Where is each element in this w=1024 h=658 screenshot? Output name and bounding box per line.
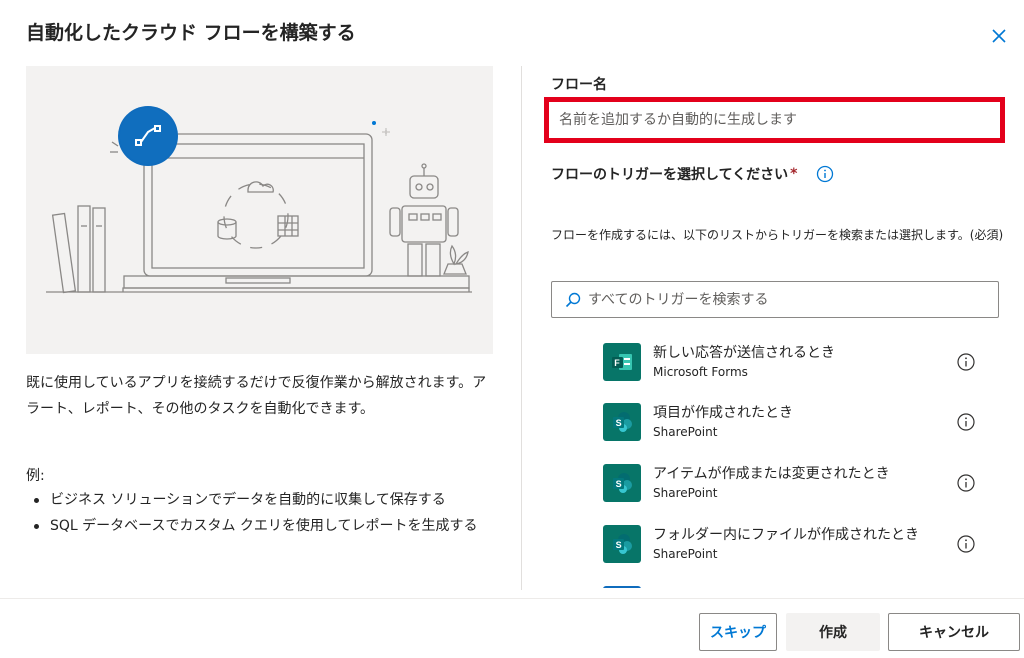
trigger-title: アイテムが作成または変更されたとき [653,466,890,482]
svg-text:S: S [616,540,622,550]
footer-divider [0,598,1024,599]
search-icon [565,292,581,307]
required-marker: * [790,166,798,182]
trigger-list: F 新しい応答が送信されるとき Microsoft Forms S 項目が作成さ… [603,336,983,588]
info-icon[interactable] [816,165,834,183]
trigger-label: フローのトリガーを選択してください * [551,164,834,184]
svg-text:F: F [614,358,620,368]
trigger-search-box[interactable] [551,281,999,318]
trigger-item-sharepoint-item-modified[interactable]: S アイテムが作成または変更されたとき SharePoint [603,457,983,509]
flow-name-highlight [544,97,1005,143]
close-icon[interactable] [991,28,1007,44]
svg-text:S: S [616,418,622,428]
examples-label: 例: [26,468,45,484]
forms-icon: F [603,343,641,381]
trigger-title: 新しい応答が送信されるとき [653,345,835,361]
info-icon[interactable] [956,412,976,432]
sharepoint-icon [603,586,641,588]
skip-button[interactable]: スキップ [699,613,777,651]
info-icon[interactable] [956,473,976,493]
dialog-title: 自動化したクラウド フローを構築する [26,22,356,44]
sharepoint-icon: S [603,403,641,441]
svg-text:S: S [616,479,622,489]
laptop-illustration [46,106,472,294]
info-icon[interactable] [956,534,976,554]
trigger-app: Microsoft Forms [653,365,748,379]
sharepoint-icon: S [603,525,641,563]
vertical-divider [521,66,522,590]
info-icon[interactable] [956,352,976,372]
trigger-help-text: フローを作成するには、以下のリストからトリガーを検索または選択します。(必須) [551,228,1004,242]
trigger-title: 項目が作成されたとき [653,405,793,421]
flow-name-label: フロー名 [551,77,607,93]
trigger-title: フォルダー内にファイルが作成されたとき [653,527,919,543]
trigger-app: SharePoint [653,425,718,439]
example-item: SQL データベースでカスタム クエリを使用してレポートを生成する [26,514,496,538]
flow-name-input[interactable] [549,102,1000,138]
close-button[interactable] [988,25,1010,47]
trigger-app: SharePoint [653,547,718,561]
example-item: ビジネス ソリューションでデータを自動的に収集して保存する [26,488,496,512]
trigger-item-sharepoint-file-created[interactable]: S フォルダー内にファイルが作成されたとき SharePoint [603,518,983,570]
sharepoint-icon: S [603,464,641,502]
examples-list: ビジネス ソリューションでデータを自動的に収集して保存する SQL データベース… [26,488,496,540]
illustration [26,66,493,354]
trigger-search-input[interactable] [582,291,998,308]
description: 既に使用しているアプリを接続するだけで反復作業から解放されます。アラート、レポー… [26,375,487,417]
trigger-item-sharepoint-item-created[interactable]: S 項目が作成されたとき SharePoint [603,396,983,448]
trigger-label-text: フローのトリガーを選択してください [551,167,789,183]
trigger-item-partial[interactable] [603,579,983,588]
trigger-app: SharePoint [653,486,718,500]
cancel-button[interactable]: キャンセル [888,613,1020,651]
create-button[interactable]: 作成 [786,613,880,651]
trigger-item-forms-new-response[interactable]: F 新しい応答が送信されるとき Microsoft Forms [603,336,983,388]
